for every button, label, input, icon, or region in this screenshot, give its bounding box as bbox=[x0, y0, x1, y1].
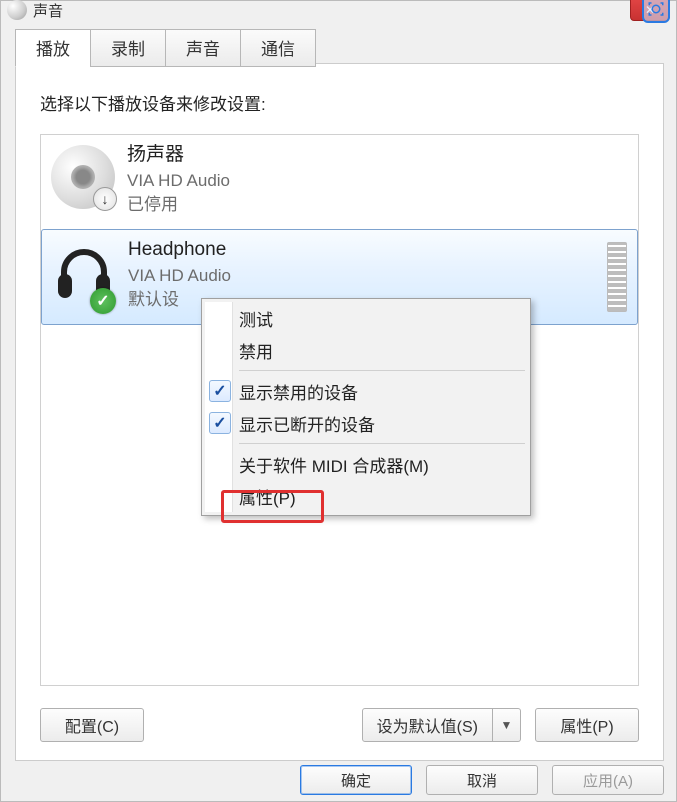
menu-label: 关于软件 MIDI 合成器(M) bbox=[239, 452, 429, 477]
menu-label: 禁用 bbox=[239, 338, 273, 363]
ok-button[interactable]: 确定 bbox=[300, 765, 412, 795]
configure-button[interactable]: 配置(C) bbox=[40, 708, 144, 742]
tab-communications[interactable]: 通信 bbox=[240, 29, 316, 67]
menu-label: 显示禁用的设备 bbox=[239, 379, 358, 404]
menu-label: 属性(P) bbox=[239, 484, 296, 509]
menu-item-show-disconnected[interactable]: ✓ 显示已断开的设备 bbox=[205, 407, 527, 439]
instruction-text: 选择以下播放设备来修改设置: bbox=[40, 90, 266, 115]
context-menu: 测试 禁用 ✓ 显示禁用的设备 ✓ 显示已断开的设备 关于软件 MIDI 合成器… bbox=[201, 298, 531, 516]
panel-footer: 配置(C) 设为默认值(S) ▼ 属性(P) bbox=[40, 708, 639, 742]
set-default-button[interactable]: 设为默认值(S) bbox=[362, 708, 493, 742]
headphone-icon bbox=[52, 240, 116, 304]
device-name: 扬声器 bbox=[127, 141, 230, 169]
tabstrip: 播放 录制 声音 通信 bbox=[15, 29, 315, 67]
capture-icon bbox=[642, 0, 670, 23]
menu-item-about-midi[interactable]: 关于软件 MIDI 合成器(M) bbox=[205, 448, 527, 480]
check-icon: ✓ bbox=[209, 380, 231, 402]
check-icon: ✓ bbox=[209, 412, 231, 434]
menu-label: 显示已断开的设备 bbox=[239, 411, 375, 436]
tab-recording[interactable]: 录制 bbox=[90, 29, 166, 67]
default-device-check-icon bbox=[90, 288, 116, 314]
set-default-split-button[interactable]: 设为默认值(S) ▼ bbox=[362, 708, 521, 742]
disabled-badge-icon: ↓ bbox=[93, 187, 117, 211]
titlebar: 声音 ✕ bbox=[1, 1, 676, 19]
menu-item-properties[interactable]: 属性(P) bbox=[205, 480, 527, 512]
tab-sounds[interactable]: 声音 bbox=[165, 29, 241, 67]
menu-label: 测试 bbox=[239, 306, 273, 331]
tab-playback[interactable]: 播放 bbox=[15, 29, 91, 67]
apply-button[interactable]: 应用(A) bbox=[552, 765, 664, 795]
dialog-buttons: 确定 取消 应用(A) bbox=[300, 765, 664, 795]
menu-item-test[interactable]: 测试 bbox=[205, 302, 527, 334]
device-driver: VIA HD Audio bbox=[127, 169, 230, 194]
chevron-down-icon[interactable]: ▼ bbox=[493, 708, 521, 742]
volume-meter bbox=[607, 242, 627, 312]
speaker-icon: ↓ bbox=[51, 145, 115, 209]
menu-item-show-disabled[interactable]: ✓ 显示禁用的设备 bbox=[205, 375, 527, 407]
window-title: 声音 bbox=[33, 0, 63, 21]
device-row-speaker[interactable]: ↓ 扬声器 VIA HD Audio 已停用 bbox=[41, 135, 638, 229]
cancel-button[interactable]: 取消 bbox=[426, 765, 538, 795]
device-labels: 扬声器 VIA HD Audio 已停用 bbox=[127, 141, 230, 223]
device-status: 已停用 bbox=[127, 193, 230, 218]
menu-item-disable[interactable]: 禁用 bbox=[205, 334, 527, 366]
properties-button[interactable]: 属性(P) bbox=[535, 708, 639, 742]
app-icon bbox=[7, 0, 27, 20]
device-name: Headphone bbox=[128, 236, 231, 264]
device-driver: VIA HD Audio bbox=[128, 264, 231, 289]
sound-settings-window: 声音 ✕ 播放 录制 声音 通信 选择以下播放设备来修改设置: ↓ 扬声器 VI… bbox=[0, 0, 677, 802]
